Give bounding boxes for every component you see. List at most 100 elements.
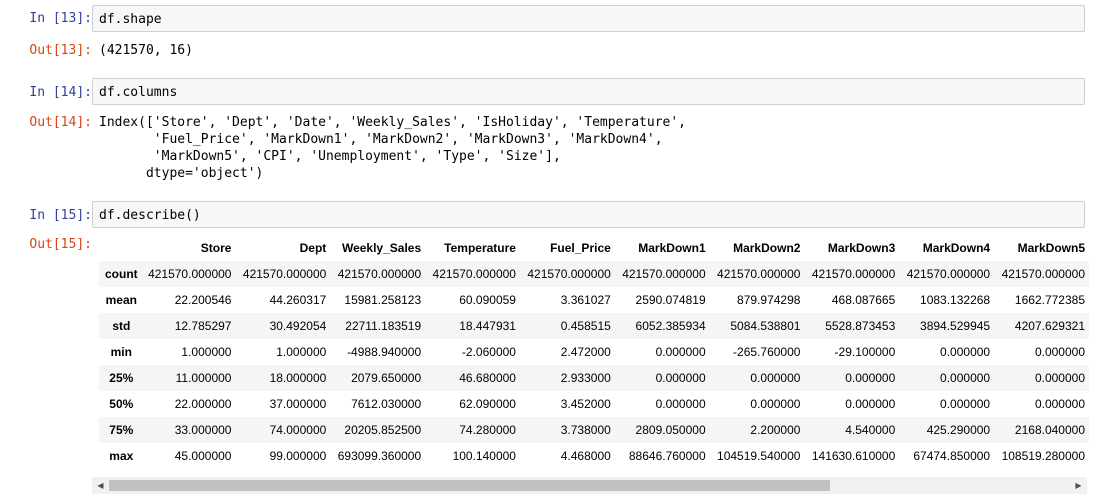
table-cell: 421570.000000 — [811, 267, 896, 281]
table-cell: 1.000000 — [276, 345, 327, 359]
table-cell: 74.000000 — [269, 423, 327, 437]
table-cell: 4.468000 — [560, 449, 611, 463]
table-cell: 3894.529945 — [920, 319, 991, 333]
cell-14-in-prompt: In [14]: — [29, 85, 92, 100]
table-cell: 421570.000000 — [148, 267, 232, 281]
table-cell: 2809.050000 — [635, 423, 706, 437]
table-cell: 693099.360000 — [337, 449, 422, 463]
cell-14-out-prompt: Out[14]: — [29, 115, 92, 130]
column-header: MarkDown2 — [733, 241, 801, 255]
table-cell: 6052.385934 — [635, 319, 706, 333]
table-cell: 2.933000 — [560, 371, 611, 385]
cell-15-out-prompt: Out[15]: — [29, 237, 92, 252]
table-cell: 2.472000 — [560, 345, 611, 359]
table-row: mean 22.200546 44.260317 15981.258123 60… — [99, 287, 1089, 313]
table-cell: 0.000000 — [750, 397, 801, 411]
table-cell: 2079.650000 — [351, 371, 422, 385]
table-cell: 0.000000 — [1034, 397, 1085, 411]
column-header: MarkDown5 — [1017, 241, 1085, 255]
table-cell: 0.000000 — [940, 345, 991, 359]
row-label: 25% — [109, 371, 134, 385]
table-cell: 45.000000 — [174, 449, 232, 463]
table-cell: 11.000000 — [175, 371, 232, 385]
table-cell: -4988.940000 — [347, 345, 422, 359]
cell-14-code: df.columns — [99, 85, 178, 100]
row-label: min — [110, 345, 132, 359]
table-cell: 421570.000000 — [906, 267, 991, 281]
scrollbar-thumb[interactable] — [109, 480, 830, 491]
table-cell: 3.361027 — [560, 293, 611, 307]
table-cell: 0.000000 — [655, 345, 706, 359]
scroll-left-arrow-icon[interactable]: ◀ — [92, 477, 109, 494]
table-row: 50% 22.000000 37.000000 7612.030000 62.0… — [99, 391, 1089, 417]
table-cell: 15981.258123 — [344, 293, 422, 307]
table-cell: 3.738000 — [560, 423, 611, 437]
table-cell: 0.000000 — [845, 397, 896, 411]
table-row: max 45.000000 99.000000 693099.360000 10… — [99, 443, 1089, 469]
cell-14-code-input[interactable]: df.columns — [92, 78, 1085, 105]
column-header: MarkDown3 — [827, 241, 896, 255]
table-cell: 74.280000 — [459, 423, 516, 437]
table-cell: 100.140000 — [452, 449, 516, 463]
table-cell: 12.785297 — [174, 319, 232, 333]
table-cell: 62.090000 — [459, 397, 516, 411]
table-cell: 22.000000 — [174, 397, 232, 411]
column-header: Dept — [299, 241, 327, 255]
scroll-right-arrow-icon[interactable]: ▶ — [1070, 477, 1087, 494]
table-cell: 20205.852500 — [344, 423, 422, 437]
table-cell: 5528.873453 — [825, 319, 896, 333]
table-cell: 60.090059 — [459, 293, 516, 307]
row-label: max — [109, 449, 134, 463]
table-cell: 0.000000 — [1034, 371, 1085, 385]
table-cell: 421570.000000 — [1001, 267, 1085, 281]
table-cell: 0.000000 — [845, 371, 896, 385]
table-row: 75% 33.000000 74.000000 20205.852500 74.… — [99, 417, 1089, 443]
table-cell: 3.452000 — [560, 397, 611, 411]
table-cell: 104519.540000 — [717, 449, 801, 463]
table-cell: 5084.538801 — [730, 319, 801, 333]
table-cell: 1.000000 — [181, 345, 232, 359]
row-label: mean — [105, 293, 137, 307]
table-cell: 425.290000 — [926, 423, 991, 437]
column-header: Store — [200, 241, 232, 255]
cell-15-code-input[interactable]: df.describe() — [92, 201, 1085, 228]
index-header — [99, 235, 144, 261]
describe-table: Store Dept Weekly_Sales Temperature Fuel… — [99, 235, 1089, 469]
table-cell: 67474.850000 — [913, 449, 991, 463]
table-cell: 7612.030000 — [351, 397, 422, 411]
table-cell: 99.000000 — [269, 449, 327, 463]
row-label: 50% — [109, 397, 134, 411]
cell-15-code: df.describe() — [99, 208, 201, 223]
table-cell: 4.540000 — [845, 423, 896, 437]
table-cell: 421570.000000 — [337, 267, 422, 281]
table-cell: 421570.000000 — [432, 267, 516, 281]
cell-13-code: df.shape — [99, 12, 162, 27]
table-cell: 4207.629321 — [1014, 319, 1085, 333]
table-cell: 421570.000000 — [622, 267, 706, 281]
table-row: min 1.000000 1.000000 -4988.940000 -2.06… — [99, 339, 1089, 365]
table-row: count 421570.000000 421570.000000 421570… — [99, 261, 1089, 287]
table-cell: 468.087665 — [831, 293, 896, 307]
table-row: 25% 11.000000 18.000000 2079.650000 46.6… — [99, 365, 1089, 391]
table-cell: 2168.040000 — [1014, 423, 1085, 437]
table-cell: 1662.772385 — [1014, 293, 1085, 307]
table-cell: 879.974298 — [737, 293, 801, 307]
table-cell: 0.000000 — [940, 371, 991, 385]
table-cell: 2.200000 — [750, 423, 801, 437]
table-cell: 421570.000000 — [717, 267, 801, 281]
table-cell: 44.260317 — [269, 293, 327, 307]
table-cell: 0.458515 — [560, 319, 611, 333]
column-header: Weekly_Sales — [341, 241, 422, 255]
table-cell: -2.060000 — [461, 345, 516, 359]
describe-output: Store Dept Weekly_Sales Temperature Fuel… — [99, 235, 1089, 475]
cell-13-code-input[interactable]: df.shape — [92, 5, 1085, 32]
table-cell: 30.492054 — [269, 319, 327, 333]
table-cell: 33.000000 — [174, 423, 232, 437]
column-header: MarkDown4 — [922, 241, 991, 255]
table-cell: 2590.074819 — [635, 293, 706, 307]
cell-13-output: (421570, 16) — [99, 43, 193, 58]
horizontal-scrollbar[interactable]: ◀ ▶ — [92, 477, 1087, 494]
table-cell: 88646.760000 — [628, 449, 706, 463]
cell-14-output: Index(['Store', 'Dept', 'Date', 'Weekly_… — [99, 115, 686, 181]
table-cell: 37.000000 — [269, 397, 327, 411]
